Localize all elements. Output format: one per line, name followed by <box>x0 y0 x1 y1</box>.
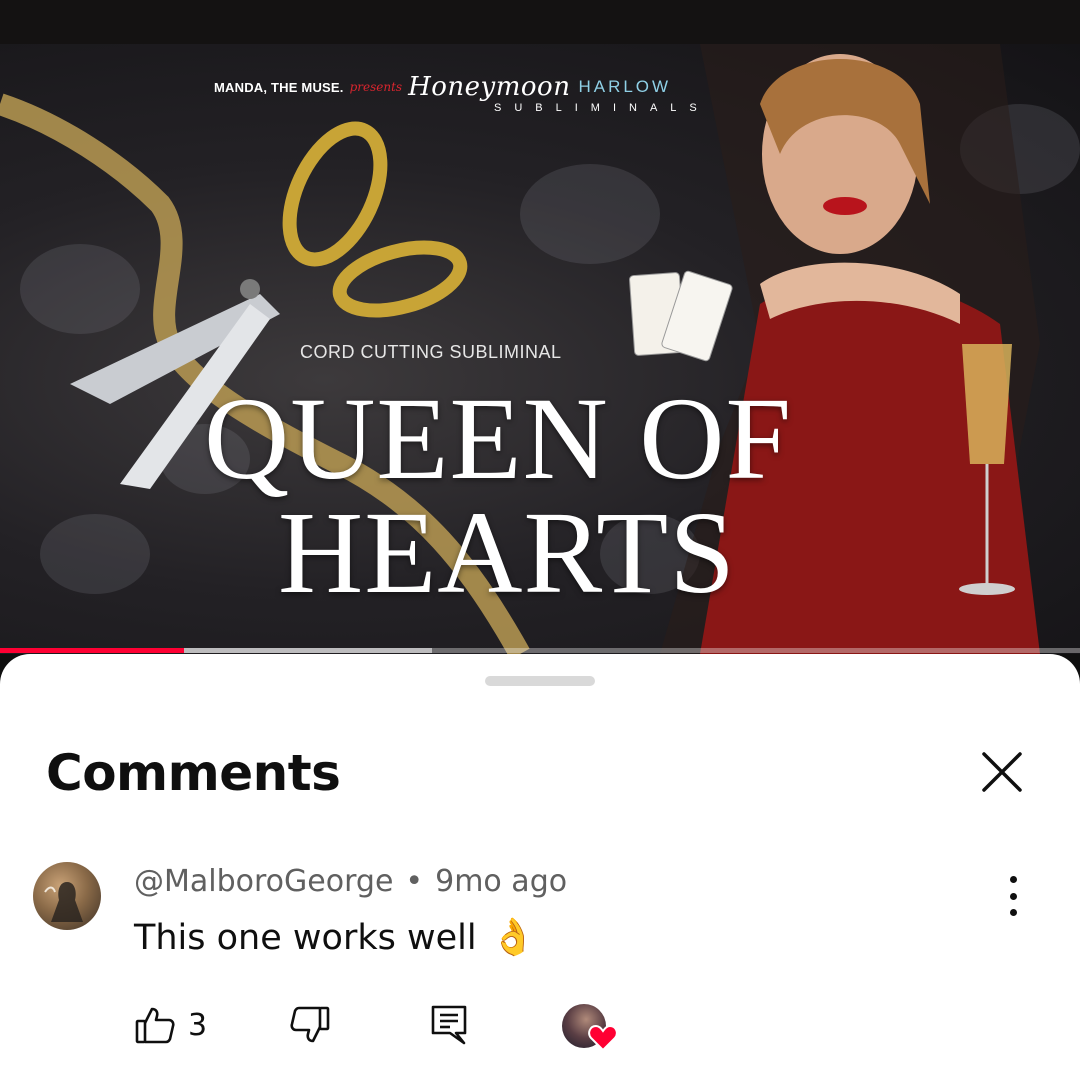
like-count: 3 <box>188 1008 208 1043</box>
reply-icon <box>431 1005 467 1045</box>
comment-more-button[interactable] <box>996 876 1030 916</box>
meta-separator: • <box>405 864 424 899</box>
comment-author[interactable]: @MalboroGeorge <box>134 864 393 899</box>
video-title-line-2: HEARTS <box>278 487 736 618</box>
drag-handle[interactable] <box>485 676 595 686</box>
more-vertical-icon-dot <box>1009 892 1017 900</box>
channel-branding: MANDA, THE MUSE. presents Honeymoon HARL… <box>214 72 671 102</box>
champagne-glass <box>962 344 1012 464</box>
creator-heart-badge <box>562 1004 620 1054</box>
logo-word: HARLOW <box>578 77 672 96</box>
video-player[interactable]: MANDA, THE MUSE. presents Honeymoon HARL… <box>0 44 1080 654</box>
video-subtitle: CORD CUTTING SUBLIMINAL <box>300 342 562 362</box>
close-icon <box>982 752 1022 792</box>
avatar[interactable] <box>33 862 101 930</box>
comment-meta: @MalboroGeorge • 9mo ago <box>134 864 567 899</box>
comment-body: This one works well 👌 <box>134 916 535 958</box>
comments-sheet: Comments @MalboroGeorge • 9mo ago This one… <box>0 654 1080 1080</box>
comment-text: This one works well <box>134 918 477 958</box>
more-vertical-icon-dot <box>1009 876 1017 883</box>
status-bar <box>0 0 1080 44</box>
video-title-line-1: QUEEN OF <box>204 373 793 504</box>
thumbs-up-icon <box>135 1007 175 1044</box>
thumbs-down-icon <box>290 1006 330 1043</box>
scissors-handle <box>332 240 468 318</box>
champagne-base <box>959 583 1015 595</box>
more-vertical-icon-dot <box>1009 909 1017 916</box>
presents-text: presents <box>349 80 403 94</box>
sheet-title: Comments <box>46 744 341 802</box>
brand-name: MANDA, THE MUSE. <box>214 79 344 95</box>
logo-subtitle: SUBLIMINALS <box>494 102 710 114</box>
close-button[interactable] <box>978 748 1026 796</box>
heart-icon <box>588 1024 618 1052</box>
like-button[interactable] <box>134 1004 176 1051</box>
ok-hand-emoji: 👌 <box>490 917 536 958</box>
video-progress-bar[interactable] <box>0 648 1080 653</box>
progress-played <box>0 648 184 653</box>
scissors-pivot <box>240 279 260 299</box>
logo-script: Honeymoon <box>408 72 571 102</box>
woman-lips <box>823 197 867 215</box>
dislike-button[interactable] <box>289 1004 331 1051</box>
avatar-image <box>44 882 83 922</box>
reply-button[interactable] <box>430 1004 468 1051</box>
comment-time: 9mo ago <box>435 864 568 899</box>
